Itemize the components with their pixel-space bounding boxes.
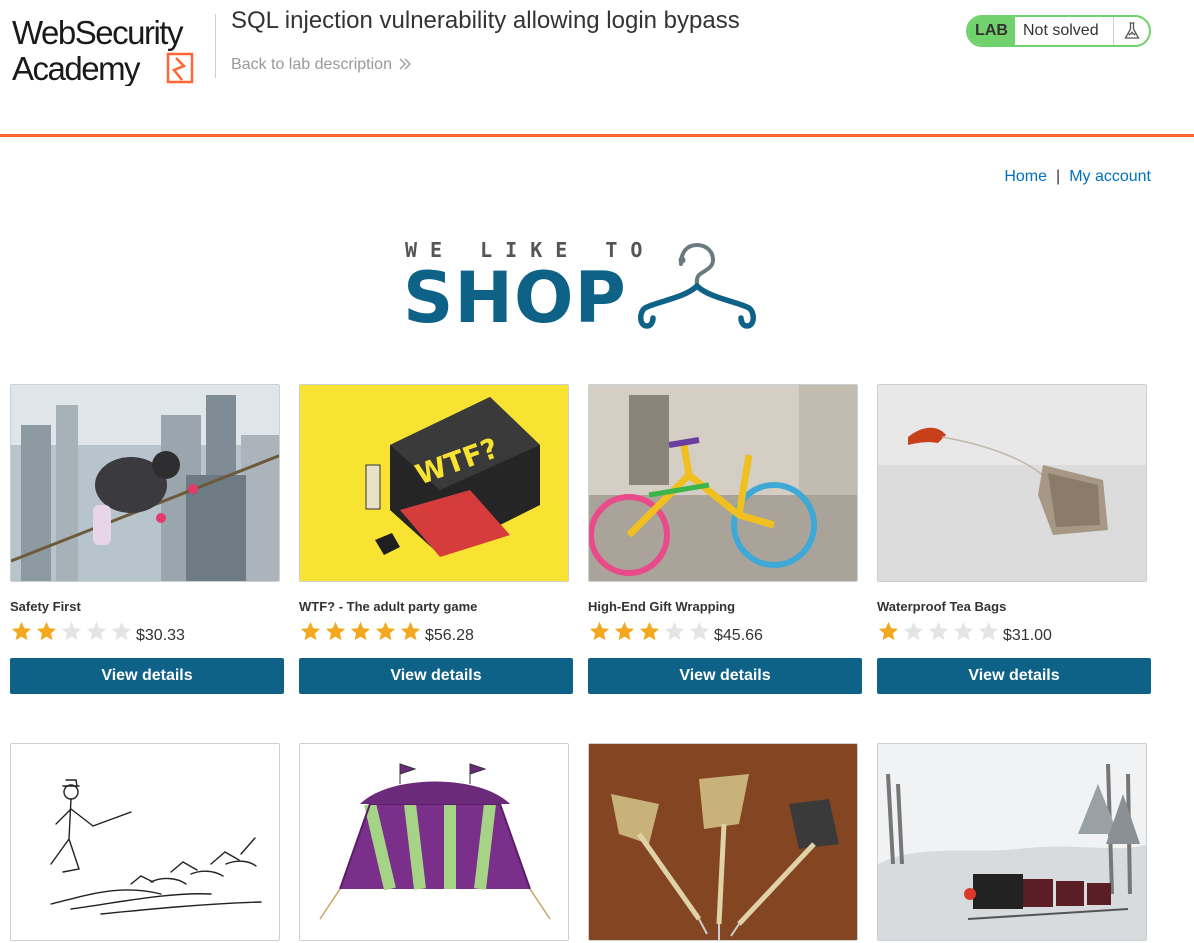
product-name: WTF? - The adult party game: [299, 599, 478, 614]
my-account-link[interactable]: My account: [1069, 168, 1151, 185]
product-name: Safety First: [10, 599, 81, 614]
nav-separator: |: [1056, 168, 1061, 185]
star-icon: [61, 621, 82, 641]
svg-text:WebSecurity: WebSecurity: [12, 14, 184, 51]
double-chevron-right-icon: [399, 58, 411, 70]
banner-title: SHOP: [403, 257, 627, 339]
star-icon: [300, 621, 321, 641]
star-icon: [111, 621, 132, 641]
view-details-button[interactable]: View details: [10, 658, 284, 694]
view-details-button[interactable]: View details: [877, 658, 1151, 694]
product-image[interactable]: [877, 743, 1147, 941]
star-icon: [928, 621, 949, 641]
star-icon: [953, 621, 974, 641]
star-icon: [375, 621, 396, 641]
product-price: $56.28: [425, 627, 474, 644]
hanger-icon: [638, 242, 756, 329]
product-image[interactable]: [299, 743, 569, 941]
star-icon: [589, 621, 610, 641]
product-price: $45.66: [714, 627, 763, 644]
lab-title: SQL injection vulnerability allowing log…: [231, 7, 740, 34]
product-name: Waterproof Tea Bags: [877, 599, 1007, 614]
view-details-button[interactable]: View details: [588, 658, 862, 694]
star-icon: [36, 621, 57, 641]
back-to-lab-description-link[interactable]: Back to lab description: [231, 56, 412, 74]
star-icon: [614, 621, 635, 641]
websecurity-academy-logo[interactable]: WebSecurity Academy: [10, 14, 212, 86]
star-icon: [400, 621, 421, 641]
star-icon: [664, 621, 685, 641]
lab-status-widget: LAB Not solved: [966, 15, 1151, 47]
product-name: High-End Gift Wrapping: [588, 599, 736, 614]
product-image[interactable]: [10, 743, 280, 941]
star-icon: [878, 621, 899, 641]
product-price: $31.00: [1003, 627, 1052, 644]
star-icon: [689, 621, 710, 641]
product-image[interactable]: [877, 384, 1147, 582]
star-icon: [903, 621, 924, 641]
star-icon: [11, 621, 32, 641]
lab-status-text: Not solved: [1023, 22, 1099, 39]
product-rating: [10, 620, 133, 643]
star-icon: [86, 621, 107, 641]
product-rating: [299, 620, 422, 643]
lab-badge: LAB: [968, 17, 1015, 45]
flask-icon: [1113, 17, 1149, 45]
home-link[interactable]: Home: [1004, 168, 1047, 185]
product-image[interactable]: [10, 384, 280, 582]
academy-header: WebSecurity Academy SQL injection vulner…: [0, 0, 1194, 137]
view-details-button[interactable]: View details: [299, 658, 573, 694]
top-nav: Home | My account: [1004, 168, 1151, 186]
product-price: $30.33: [136, 627, 185, 644]
product-image[interactable]: [588, 743, 858, 941]
star-icon: [639, 621, 660, 641]
product-rating: [588, 620, 711, 643]
svg-text:Academy: Academy: [12, 50, 141, 86]
shop-banner: WE LIKE TO SHOP: [403, 238, 760, 338]
star-icon: [350, 621, 371, 641]
product-image[interactable]: [588, 384, 858, 582]
back-link-label: Back to lab description: [231, 56, 392, 73]
product-rating: [877, 620, 1000, 643]
star-icon: [978, 621, 999, 641]
product-image[interactable]: WTF?: [299, 384, 569, 582]
star-icon: [325, 621, 346, 641]
header-divider: [215, 14, 216, 78]
